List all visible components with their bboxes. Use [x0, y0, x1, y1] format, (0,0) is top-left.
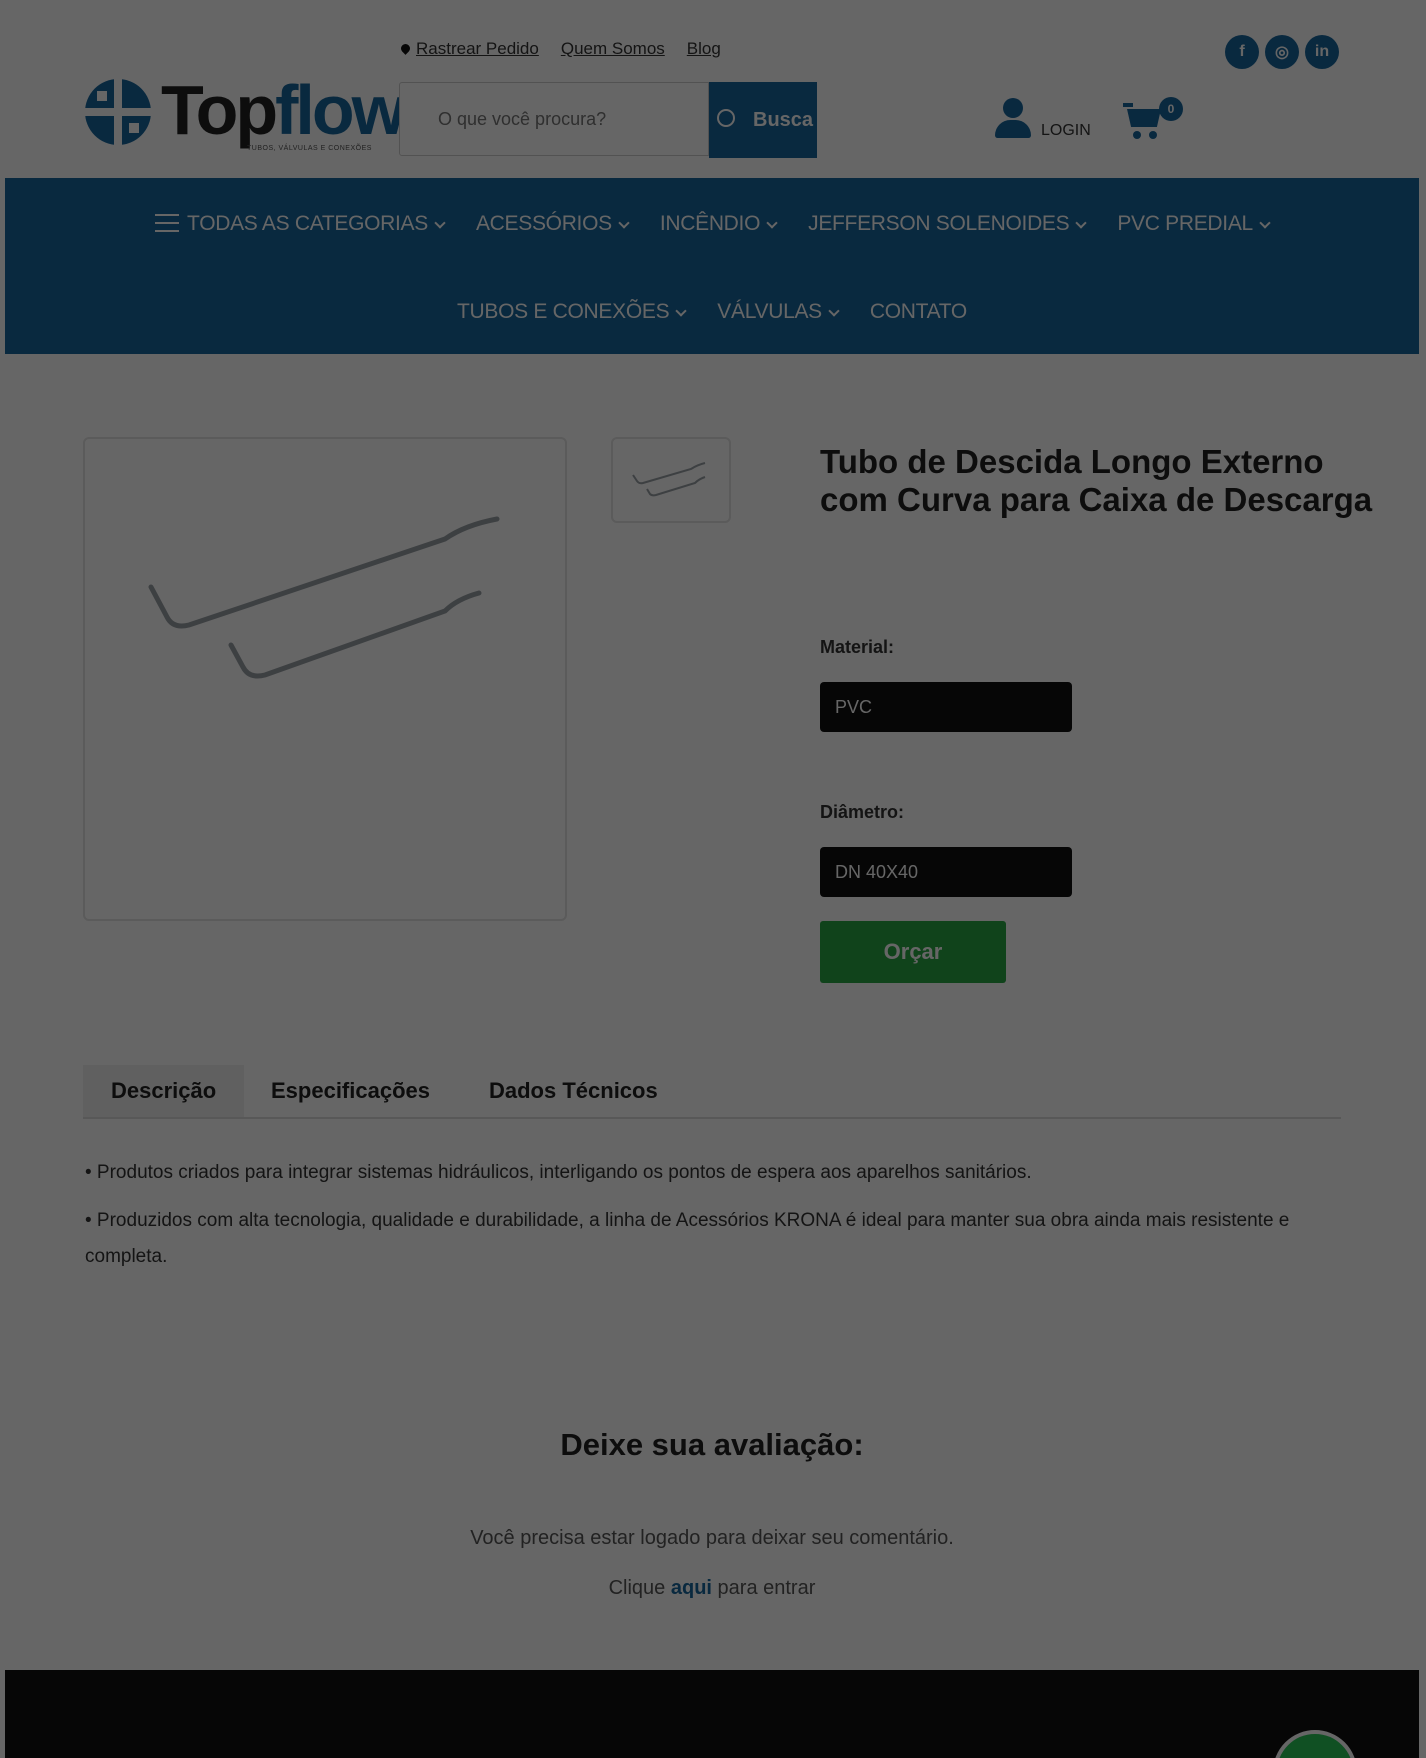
- linkedin-icon[interactable]: in: [1305, 35, 1339, 69]
- search-bar: Busca: [399, 82, 819, 158]
- nav-acessorios[interactable]: ACESSÓRIOS: [476, 212, 630, 236]
- login-here-link[interactable]: aqui: [671, 1577, 712, 1599]
- product-title: Tubo de Descida Longo Externo com Curva …: [820, 443, 1373, 518]
- track-order-link[interactable]: Rastrear Pedido: [416, 39, 539, 58]
- tab-descricao[interactable]: Descrição: [83, 1065, 245, 1117]
- top-links: Rastrear Pedido Quem Somos Blog: [399, 39, 743, 59]
- about-us-link[interactable]: Quem Somos: [561, 39, 665, 58]
- description-paragraph: • Produtos criados para integrar sistema…: [85, 1162, 1032, 1183]
- menu-icon: [155, 214, 180, 232]
- cart-count-badge: 0: [1159, 97, 1183, 121]
- user-icon: [993, 98, 1033, 140]
- chevron-down-icon: [618, 217, 630, 229]
- pipe-image: [148, 516, 500, 679]
- logo-tagline: TUBOS, VÁLVULAS E CONEXÕES: [247, 145, 372, 152]
- nav-valvulas[interactable]: VÁLVULAS: [717, 300, 840, 324]
- main-nav: TODAS AS CATEGORIAS ACESSÓRIOS INCÊNDIO …: [5, 178, 1419, 354]
- material-label: Material:: [820, 637, 895, 657]
- orcar-button[interactable]: Orçar: [820, 921, 1006, 983]
- search-input[interactable]: [399, 82, 709, 156]
- nav-contato[interactable]: CONTATO: [870, 300, 967, 324]
- diametro-select[interactable]: DN 40X40: [820, 847, 1072, 897]
- chevron-down-icon: [828, 305, 840, 317]
- page: Rastrear Pedido Quem Somos Blog f ◎ in Top…: [5, 5, 1419, 1758]
- description-paragraph: • Produzidos com alta tecnologia, qualid…: [85, 1210, 1290, 1267]
- logo-mark-icon: [83, 77, 153, 147]
- tab-especificacoes[interactable]: Especificações: [243, 1065, 458, 1117]
- nav-row-1: TODAS AS CATEGORIAS ACESSÓRIOS INCÊNDIO …: [5, 212, 1419, 236]
- product-thumbnail[interactable]: [611, 437, 731, 523]
- login-link[interactable]: LOGIN: [993, 98, 1091, 140]
- chevron-down-icon: [766, 217, 778, 229]
- search-icon: [717, 109, 735, 127]
- search-button[interactable]: Busca: [709, 82, 817, 158]
- nav-pvc-predial[interactable]: PVC PREDIAL: [1117, 212, 1271, 236]
- nav-row-2: TUBOS E CONEXÕES VÁLVULAS CONTATO: [5, 300, 1419, 324]
- review-title: Deixe sua avaliação:: [560, 1427, 864, 1462]
- product-tabs: Descrição Especificações Dados Técnicos: [83, 1065, 1341, 1119]
- logo-text: Topflow: [161, 71, 406, 149]
- material-select[interactable]: PVC: [820, 682, 1072, 732]
- chevron-down-icon: [1075, 217, 1088, 229]
- cart-button[interactable]: 0: [1123, 97, 1185, 145]
- cart-icon: [1127, 109, 1161, 127]
- nav-jefferson-solenoides[interactable]: JEFFERSON SOLENOIDES: [808, 212, 1088, 236]
- pipe-thumbnail-image: [632, 462, 706, 497]
- product-description: • Produtos criados para integrar sistema…: [85, 1155, 1335, 1287]
- review-login-message: Você precisa estar logado para deixar se…: [470, 1527, 954, 1549]
- top-header: Rastrear Pedido Quem Somos Blog f ◎ in Top…: [5, 5, 1419, 178]
- login-label: LOGIN: [1041, 122, 1091, 139]
- chevron-down-icon: [675, 305, 687, 317]
- chevron-down-icon: [434, 217, 446, 229]
- product-main-image[interactable]: [83, 437, 567, 921]
- facebook-icon[interactable]: f: [1225, 35, 1259, 69]
- instagram-icon[interactable]: ◎: [1265, 35, 1299, 69]
- chevron-down-icon: [1259, 217, 1271, 229]
- diametro-label: Diâmetro:: [820, 802, 905, 822]
- location-pin-icon: [399, 42, 412, 55]
- topflow-logo[interactable]: Topflow TUBOS, VÁLVULAS E CONEXÕES: [83, 71, 406, 161]
- footer: [5, 1670, 1419, 1758]
- review-login-prompt: Clique aqui para entrar: [608, 1577, 816, 1599]
- tab-dados-tecnicos[interactable]: Dados Técnicos: [461, 1065, 686, 1117]
- nav-tubos-conexoes[interactable]: TUBOS E CONEXÕES: [457, 300, 687, 324]
- nav-incendio[interactable]: INCÊNDIO: [660, 212, 778, 236]
- blog-link[interactable]: Blog: [687, 39, 721, 58]
- social-links: f ◎ in: [1225, 35, 1345, 69]
- nav-all-categories[interactable]: TODAS AS CATEGORIAS: [155, 212, 446, 236]
